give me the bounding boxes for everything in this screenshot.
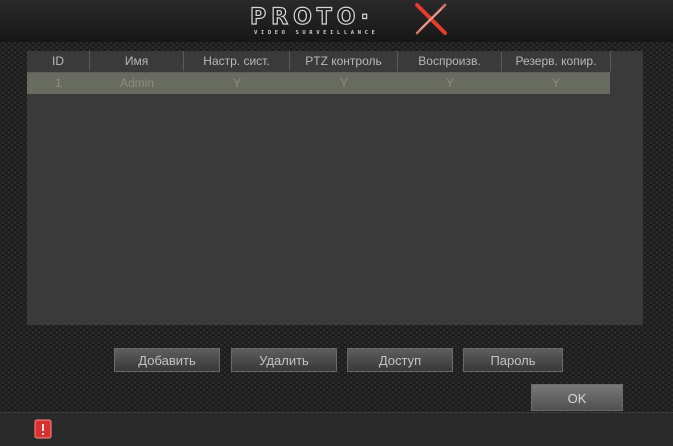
- column-header-playback[interactable]: Воспроизв.: [398, 51, 502, 71]
- logo-subtitle: VIDEO SURVEILLANCE: [254, 30, 379, 36]
- cell-system-settings: Y: [232, 76, 241, 90]
- access-button[interactable]: Доступ: [347, 348, 453, 372]
- column-header-name[interactable]: Имя: [90, 51, 184, 71]
- logo-x-icon: [415, 3, 447, 35]
- logo: PROTO· VIDEO SURVEILLANCE: [249, 3, 450, 40]
- password-button[interactable]: Пароль: [463, 348, 563, 372]
- ok-button[interactable]: OK: [531, 384, 623, 411]
- table-header: ID Имя Настр. сист. PTZ контроль Воспрои…: [27, 51, 643, 71]
- column-header-backup[interactable]: Резерв. копир.: [502, 51, 611, 71]
- column-header-system-settings[interactable]: Настр. сист.: [184, 51, 290, 71]
- user-management-screen: PROTO· VIDEO SURVEILLANCE ID Имя Настр. …: [0, 0, 673, 446]
- cell-id: 1: [55, 76, 62, 90]
- add-button[interactable]: Добавить: [114, 348, 220, 372]
- cell-playback: Y: [445, 76, 454, 90]
- cell-name: Admin: [119, 76, 154, 90]
- logo-text: PROTO·: [249, 5, 374, 30]
- cell-ptz-control: Y: [339, 76, 348, 90]
- delete-button[interactable]: Удалить: [231, 348, 337, 372]
- users-table: ID Имя Настр. сист. PTZ контроль Воспрои…: [27, 51, 643, 325]
- column-header-ptz-control[interactable]: PTZ контроль: [290, 51, 398, 71]
- column-header-id[interactable]: ID: [27, 51, 90, 71]
- status-bar: [0, 412, 673, 446]
- alarm-indicator-icon[interactable]: [34, 419, 52, 439]
- title-bar: PROTO· VIDEO SURVEILLANCE: [0, 0, 673, 42]
- cell-backup: Y: [551, 76, 560, 90]
- table-row[interactable]: 1 Admin Y Y Y Y: [27, 72, 610, 94]
